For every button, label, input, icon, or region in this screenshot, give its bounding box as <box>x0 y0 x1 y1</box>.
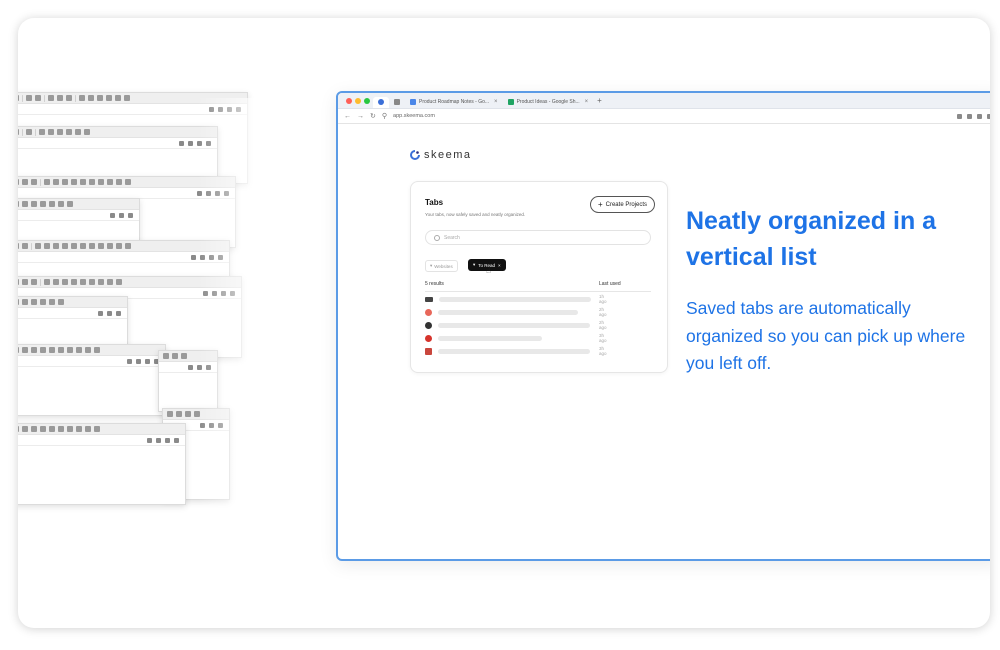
skeema-logo-icon <box>410 150 420 160</box>
browser-window-thumbnail <box>158 350 218 412</box>
chevron-down-icon: ▾ <box>430 263 433 268</box>
tabs-panel: Tabs Your tabs, now safely saved and nea… <box>410 181 668 373</box>
browser-tab-label: Product Ideas - Google Sh... <box>516 99 580 105</box>
browser-tab-strip: Product Roadmap Notes - Go... × Product … <box>338 93 990 109</box>
panel-subtitle: Your tabs, now safely saved and neatly o… <box>425 212 526 217</box>
last-used-time: 1h ago <box>599 294 607 304</box>
stacked-browser-windows <box>18 18 278 578</box>
tab-title-placeholder <box>438 348 590 354</box>
docs-icon <box>410 99 416 105</box>
close-tab-icon[interactable]: × <box>494 99 498 105</box>
create-projects-label: Create Projects <box>605 201 647 208</box>
browser-tab-skeema[interactable] <box>373 96 389 108</box>
pointer-cursor-icon: ☝ <box>486 266 491 275</box>
last-used-time: 3h ago <box>599 333 607 343</box>
browser-tab-roadmap[interactable]: Product Roadmap Notes - Go... × <box>405 97 503 108</box>
site-icon <box>425 347 432 355</box>
last-used-time: 2h ago <box>599 307 607 317</box>
maximize-window-dot[interactable] <box>364 97 370 104</box>
browser-window-thumbnail <box>18 423 186 505</box>
list-item[interactable]: 1h ago <box>425 294 607 304</box>
last-used-header[interactable]: Last used <box>599 281 621 287</box>
close-icon[interactable]: × <box>498 263 501 268</box>
pinterest-icon <box>425 334 432 342</box>
mail-icon <box>394 99 400 105</box>
github-icon <box>425 321 432 329</box>
list-item[interactable]: 3h ago <box>425 346 607 356</box>
browser-window: Product Roadmap Notes - Go... × Product … <box>336 91 990 561</box>
feature-card: Product Roadmap Notes - Go... × Product … <box>18 18 990 628</box>
chevron-down-icon: ▾ <box>473 262 476 267</box>
bookmark-icon[interactable] <box>967 113 972 119</box>
filter-chip-websites[interactable]: ▾ Websites <box>425 260 458 272</box>
search-placeholder: Search <box>444 234 460 241</box>
panel-title: Tabs <box>425 198 444 207</box>
browser-tab-label: Product Roadmap Notes - Go... <box>419 99 490 105</box>
close-tab-icon[interactable]: × <box>585 99 589 105</box>
list-item[interactable]: 2h ago <box>425 307 607 317</box>
list-item[interactable]: 2h ago <box>425 320 607 330</box>
search-icon <box>434 234 440 241</box>
divider <box>425 291 651 292</box>
back-arrow-icon[interactable]: ← <box>344 113 351 120</box>
last-used-time: 3h ago <box>599 346 607 356</box>
menu-icon[interactable] <box>987 113 990 119</box>
sheets-icon <box>507 99 514 105</box>
logo-wordmark: skeema <box>424 149 472 161</box>
url-text[interactable]: app.skeema.com <box>393 113 435 119</box>
last-used-time: 2h ago <box>599 320 607 330</box>
search-input[interactable]: Search <box>425 230 651 245</box>
skeema-logo-icon <box>378 99 384 105</box>
minimize-window-dot[interactable] <box>355 97 361 104</box>
create-projects-button[interactable]: + Create Projects <box>589 196 655 213</box>
browser-tab-mail[interactable] <box>389 97 405 108</box>
close-window-dot[interactable] <box>346 97 352 104</box>
forward-arrow-icon[interactable]: → <box>357 113 364 120</box>
tab-title-placeholder <box>438 322 590 328</box>
new-tab-icon[interactable]: + <box>597 96 602 105</box>
filter-chip-label: Websites <box>434 263 453 269</box>
reload-icon[interactable]: ↻ <box>370 112 376 120</box>
address-bar: ← → ↻ ⚲ app.skeema.com <box>338 109 990 124</box>
results-count: 5 results <box>425 281 444 287</box>
plus-icon: + <box>597 199 603 209</box>
pc-icon <box>425 296 433 302</box>
site-info-icon[interactable]: ⚲ <box>382 112 387 120</box>
tab-title-placeholder <box>438 335 542 341</box>
feature-description: Saved tabs are automatically organized s… <box>686 298 966 373</box>
skeema-logo: skeema <box>410 149 472 161</box>
feature-headline: Neatly organized in a vertical list <box>686 207 937 271</box>
share-icon[interactable] <box>957 113 962 119</box>
gmail-icon <box>425 308 432 316</box>
sidebar-icon[interactable] <box>977 113 982 119</box>
browser-window-thumbnail <box>18 344 166 416</box>
tab-title-placeholder <box>438 309 578 315</box>
tab-title-placeholder <box>439 296 591 302</box>
list-item[interactable]: 3h ago <box>425 333 607 343</box>
browser-tab-ideas[interactable]: Product Ideas - Google Sh... × <box>503 97 594 108</box>
